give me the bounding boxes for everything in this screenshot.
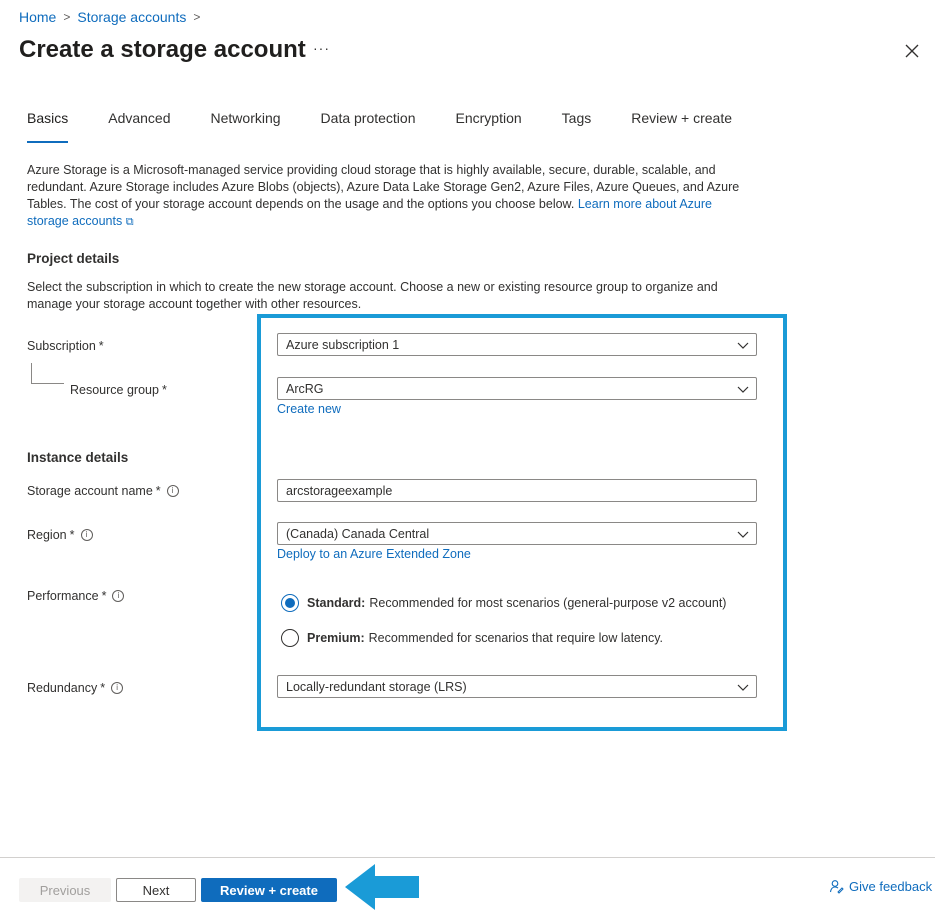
project-details-heading: Project details [27, 251, 120, 266]
tree-connector [31, 363, 64, 384]
tab-encryption[interactable]: Encryption [456, 110, 522, 134]
required-marker: * [69, 528, 75, 542]
subscription-label-text: Subscription [27, 339, 96, 353]
tab-advanced[interactable]: Advanced [108, 110, 170, 134]
info-icon[interactable]: i [166, 485, 179, 497]
feedback-person-icon [829, 880, 844, 894]
region-label: Region * i [27, 528, 93, 542]
required-marker: * [100, 681, 106, 695]
subscription-label: Subscription * [27, 339, 104, 353]
info-icon[interactable]: i [112, 590, 125, 602]
breadcrumb-separator-icon: > [63, 10, 71, 24]
breadcrumb-storage-accounts[interactable]: Storage accounts [77, 9, 186, 25]
tab-data-protection[interactable]: Data protection [321, 110, 416, 134]
external-link-icon: ⧉ [125, 216, 134, 228]
required-marker: * [155, 484, 161, 498]
footer-divider [0, 857, 935, 858]
tab-basics[interactable]: Basics [27, 110, 69, 143]
review-create-button[interactable]: Review + create [201, 878, 337, 902]
resource-group-label: Resource group * [70, 383, 167, 397]
redundancy-label-text: Redundancy [27, 681, 98, 695]
required-marker: * [161, 383, 167, 397]
breadcrumb-separator-icon: > [193, 10, 201, 24]
info-icon[interactable]: i [80, 529, 93, 541]
redundancy-label: Redundancy * i [27, 681, 124, 695]
more-options-icon[interactable]: ··· [313, 40, 330, 56]
page-title: Create a storage account [19, 36, 306, 63]
give-feedback-text: Give feedback [849, 879, 933, 894]
storage-account-name-label: Storage account name * i [27, 484, 179, 498]
breadcrumb: Home > Storage accounts > [19, 9, 207, 25]
storage-account-name-label-text: Storage account name [27, 484, 153, 498]
tab-review-create[interactable]: Review + create [631, 110, 732, 134]
next-button[interactable]: Next [116, 878, 196, 902]
annotation-arrow-icon [345, 864, 419, 910]
breadcrumb-home[interactable]: Home [19, 9, 56, 25]
intro-description: Azure Storage is a Microsoft-managed ser… [27, 162, 752, 231]
highlight-annotation-box [257, 314, 787, 731]
required-marker: * [98, 339, 104, 353]
performance-label-text: Performance [27, 589, 99, 603]
project-details-description: Select the subscription in which to crea… [27, 280, 718, 311]
give-feedback-link[interactable]: Give feedback [829, 879, 932, 894]
required-marker: * [101, 589, 107, 603]
region-label-text: Region [27, 528, 67, 542]
info-icon[interactable]: i [111, 682, 124, 694]
performance-label: Performance * i [27, 589, 125, 603]
tab-networking[interactable]: Networking [211, 110, 281, 134]
resource-group-label-text: Resource group [70, 383, 159, 397]
instance-details-heading: Instance details [27, 450, 129, 465]
tab-bar: Basics Advanced Networking Data protecti… [27, 110, 772, 143]
previous-button[interactable]: Previous [19, 878, 111, 902]
tab-tags[interactable]: Tags [562, 110, 592, 134]
close-icon[interactable] [903, 42, 921, 60]
